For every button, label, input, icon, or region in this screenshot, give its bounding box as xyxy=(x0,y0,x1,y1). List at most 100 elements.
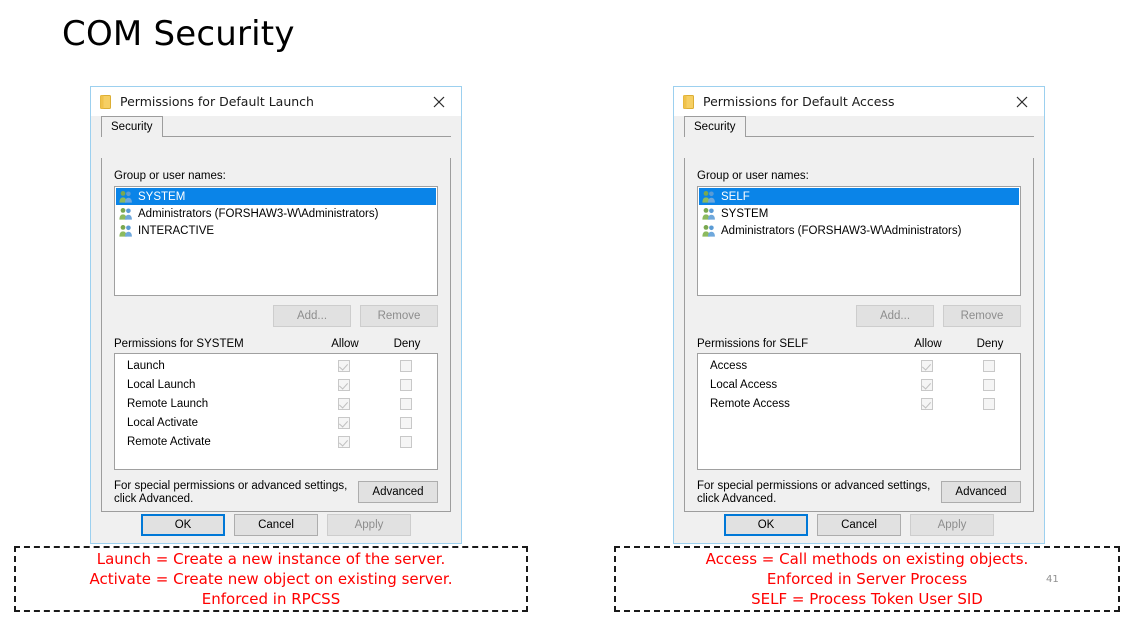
allow-cell xyxy=(313,397,375,410)
list-item[interactable]: SYSTEM xyxy=(116,188,436,205)
deny-checkbox[interactable] xyxy=(400,435,412,448)
allow-checkbox[interactable] xyxy=(921,378,933,391)
deny-column-header: Deny xyxy=(393,338,421,350)
allow-checkbox[interactable] xyxy=(338,435,350,448)
list-item[interactable]: INTERACTIVE xyxy=(116,222,436,239)
allow-checkbox[interactable] xyxy=(338,359,350,372)
deny-checkbox[interactable] xyxy=(400,359,412,372)
tab-security[interactable]: Security xyxy=(101,116,163,138)
advanced-note-line1: For special permissions or advanced sett… xyxy=(697,480,931,492)
deny-cell xyxy=(958,359,1020,372)
add-button[interactable]: Add... xyxy=(856,305,934,327)
deny-checkbox[interactable] xyxy=(400,416,412,429)
permission-name: Remote Launch xyxy=(127,397,209,410)
ok-button[interactable]: OK xyxy=(141,514,225,536)
users-icon-svg xyxy=(702,225,715,237)
advanced-button[interactable]: Advanced xyxy=(941,481,1021,503)
deny-checkbox[interactable] xyxy=(983,397,995,410)
tab-security[interactable]: Security xyxy=(684,116,746,138)
folder-icon xyxy=(100,94,111,109)
advanced-area: For special permissions or advanced sett… xyxy=(114,479,438,506)
users-icon-svg xyxy=(702,191,715,203)
table-row[interactable]: Access xyxy=(698,356,1020,375)
principal-name: Administrators (FORSHAW3-W\Administrator… xyxy=(138,207,379,220)
allow-checkbox[interactable] xyxy=(921,397,933,410)
allow-column-header: Allow xyxy=(914,338,942,350)
deny-cell xyxy=(375,378,437,391)
deny-checkbox[interactable] xyxy=(400,378,412,391)
folder-icon-svg xyxy=(100,94,111,109)
allow-cell xyxy=(313,435,375,448)
table-row[interactable]: Remote Launch xyxy=(115,394,437,413)
allow-checkbox[interactable] xyxy=(338,416,350,429)
callout-line: Enforced in RPCSS xyxy=(201,590,341,608)
apply-button[interactable]: Apply xyxy=(327,514,411,536)
principal-name: INTERACTIVE xyxy=(138,224,215,237)
permissions-for-label: Permissions for SELF xyxy=(697,338,809,350)
tab-strip: Security xyxy=(674,116,1044,138)
list-item[interactable]: SYSTEM xyxy=(699,205,1019,222)
remove-button[interactable]: Remove xyxy=(943,305,1021,327)
deny-cell xyxy=(375,359,437,372)
principal-listbox[interactable]: SYSTEM Administrators (FORSHAW3-W\Adminis… xyxy=(114,186,438,296)
ok-button[interactable]: OK xyxy=(724,514,808,536)
permission-name: Remote Activate xyxy=(127,435,211,448)
allow-checkbox[interactable] xyxy=(338,397,350,410)
cancel-button[interactable]: Cancel xyxy=(817,514,901,536)
allow-cell xyxy=(896,359,958,372)
users-icon-svg xyxy=(119,191,132,203)
list-item[interactable]: Administrators (FORSHAW3-W\Administrator… xyxy=(699,222,1019,239)
allow-cell xyxy=(896,397,958,410)
permission-name: Launch xyxy=(127,359,165,372)
callout-line: Enforced in Server Process xyxy=(766,570,968,588)
deny-cell xyxy=(375,397,437,410)
table-row[interactable]: Remote Access xyxy=(698,394,1020,413)
permissions-dialog-default-access: Permissions for Default Access Security Gr… xyxy=(673,86,1045,544)
page-title: COM Security xyxy=(62,14,295,54)
deny-cell xyxy=(375,435,437,448)
permission-name: Local Access xyxy=(710,378,778,391)
dialog-footer: OK Cancel Apply xyxy=(674,514,1044,536)
remove-button[interactable]: Remove xyxy=(360,305,438,327)
close-icon[interactable] xyxy=(417,87,461,116)
advanced-note-line2: click Advanced. xyxy=(697,493,777,505)
allow-cell xyxy=(896,378,958,391)
apply-button[interactable]: Apply xyxy=(910,514,994,536)
cancel-button[interactable]: Cancel xyxy=(234,514,318,536)
close-icon[interactable] xyxy=(1000,87,1044,116)
users-icon-svg xyxy=(119,208,132,220)
users-icon xyxy=(702,190,716,203)
allow-checkbox[interactable] xyxy=(338,378,350,391)
dialog-titlebar: Permissions for Default Launch xyxy=(91,87,461,116)
add-remove-button-row: Add... Remove xyxy=(697,305,1021,327)
permissions-grid: Access Local Access Remote Access xyxy=(697,353,1021,470)
advanced-area: For special permissions or advanced sett… xyxy=(697,479,1021,506)
dialog-footer: OK Cancel Apply xyxy=(91,514,461,536)
table-row[interactable]: Local Activate xyxy=(115,413,437,432)
users-icon xyxy=(119,190,133,203)
list-item[interactable]: SELF xyxy=(699,188,1019,205)
table-row[interactable]: Local Launch xyxy=(115,375,437,394)
permission-name: Remote Access xyxy=(710,397,790,410)
deny-checkbox[interactable] xyxy=(983,378,995,391)
allow-cell xyxy=(313,416,375,429)
allow-cell xyxy=(313,359,375,372)
principal-name: SYSTEM xyxy=(138,190,186,203)
folder-icon-svg xyxy=(683,94,694,109)
list-item[interactable]: Administrators (FORSHAW3-W\Administrator… xyxy=(116,205,436,222)
close-icon-svg xyxy=(1016,96,1028,107)
security-tab-page: Group or user names: SELF SYSTEM Administra… xyxy=(684,158,1034,512)
group-or-user-names-label: Group or user names: xyxy=(697,170,809,182)
table-row[interactable]: Remote Activate xyxy=(115,432,437,451)
principal-listbox[interactable]: SELF SYSTEM Administrators (FORSHAW3-W\Adm… xyxy=(697,186,1021,296)
table-row[interactable]: Launch xyxy=(115,356,437,375)
deny-checkbox[interactable] xyxy=(983,359,995,372)
allow-cell xyxy=(313,378,375,391)
table-row[interactable]: Local Access xyxy=(698,375,1020,394)
users-icon xyxy=(702,224,716,237)
add-button[interactable]: Add... xyxy=(273,305,351,327)
deny-checkbox[interactable] xyxy=(400,397,412,410)
advanced-button[interactable]: Advanced xyxy=(358,481,438,503)
permissions-dialog-default-launch: Permissions for Default Launch Security Gr… xyxy=(90,86,462,544)
allow-checkbox[interactable] xyxy=(921,359,933,372)
